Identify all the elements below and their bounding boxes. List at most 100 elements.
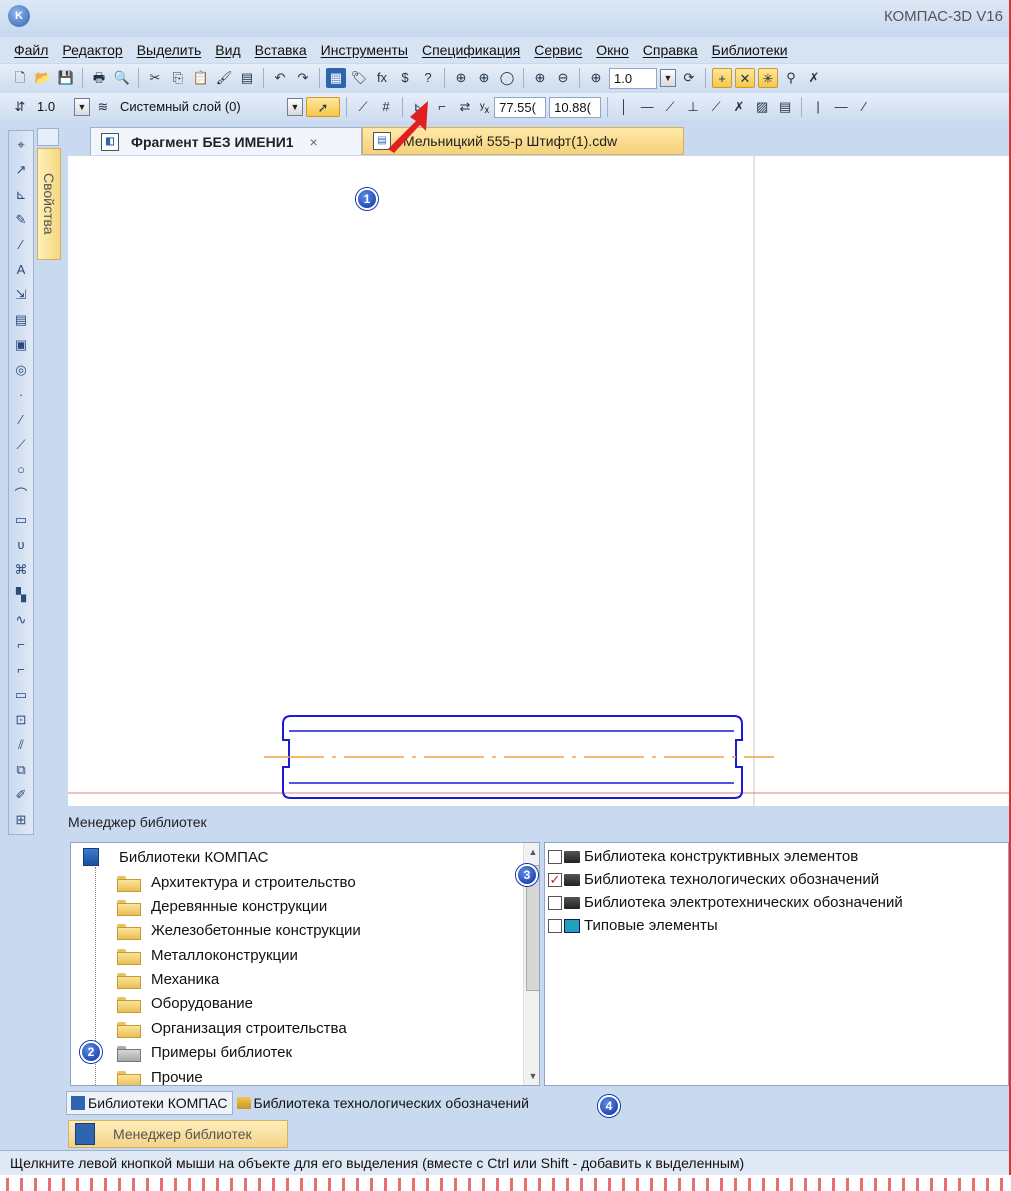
menu-window[interactable]: Окно — [596, 42, 629, 58]
cut-icon[interactable]: ✂ — [145, 68, 165, 88]
new-document-icon[interactable]: 🗋 — [10, 68, 30, 88]
library-checkbox-checked[interactable]: ✓ — [548, 872, 562, 887]
zoom-field[interactable]: 1.0 — [609, 67, 657, 89]
segment-icon[interactable]: — — [831, 97, 851, 117]
perpendicular-icon[interactable]: ⊥ — [683, 97, 703, 117]
preview-icon[interactable]: 🔍 — [112, 68, 132, 88]
snap-off-icon[interactable]: ✗ — [804, 68, 824, 88]
insert-icon[interactable]: ◎ — [10, 359, 32, 381]
variables-icon[interactable]: 🏷 — [349, 68, 369, 88]
more-tools-icon[interactable]: ⊞ — [10, 809, 32, 831]
report-icon[interactable]: ▣ — [10, 334, 32, 356]
function-icon[interactable]: fx — [372, 68, 392, 88]
hatch-two-icon[interactable]: ▤ — [775, 97, 795, 117]
scale-field[interactable]: 1.0 — [33, 97, 71, 118]
grid-step-icon[interactable]: ⇵ — [10, 97, 30, 117]
tree-item[interactable]: Организация строительства — [117, 1016, 347, 1040]
redo-icon[interactable]: ↷ — [293, 68, 313, 88]
tree-item[interactable]: Железобетонные конструкции — [117, 918, 361, 942]
properties-tab[interactable]: Свойства — [37, 148, 61, 260]
fillet-icon[interactable]: ⌐ — [10, 659, 32, 681]
menu-tools[interactable]: Инструменты — [321, 42, 408, 58]
tree-item[interactable]: Деревянные конструкции — [117, 894, 327, 918]
contour-icon[interactable]: ▭ — [10, 684, 32, 706]
tab-fragment[interactable]: ◧ Фрагмент БЕЗ ИМЕНИ1 × — [90, 127, 362, 155]
menu-insert[interactable]: Вставка — [255, 42, 307, 58]
panel-toggle-icon[interactable] — [37, 128, 59, 146]
menu-edit[interactable]: Редактор — [62, 42, 122, 58]
copy-tool-icon[interactable]: ⧉ — [10, 759, 32, 781]
line-style-icon[interactable]: ➚ — [306, 97, 340, 117]
designations-icon[interactable]: ⊾ — [10, 184, 32, 206]
library-item[interactable]: Типовые элементы — [548, 914, 718, 937]
library-item[interactable]: Библиотека конструктивных элементов — [548, 845, 858, 868]
tree-item[interactable]: Металлоконструкции — [117, 943, 298, 967]
coord-x-field[interactable]: 77.55( — [494, 96, 547, 118]
library-checkbox[interactable] — [548, 849, 562, 864]
menu-file[interactable]: Файл — [14, 42, 48, 58]
select-icon[interactable]: ⇲ — [10, 284, 32, 306]
polyline-icon[interactable]: ʋ — [10, 534, 32, 556]
drawing-canvas[interactable] — [68, 156, 1009, 806]
snap-nearest-icon[interactable]: ✕ — [735, 68, 755, 88]
hatch-tool-icon[interactable]: ⫽ — [10, 734, 32, 756]
circle-icon[interactable]: ○ — [10, 459, 32, 481]
paste-icon[interactable]: 📋 — [191, 68, 211, 88]
horizontal-line-icon[interactable]: — — [637, 97, 657, 117]
menu-help[interactable]: Справка — [643, 42, 698, 58]
parametrization-icon[interactable]: ⁄ — [10, 234, 32, 256]
open-icon[interactable]: 📂 — [33, 68, 53, 88]
magnet-icon[interactable]: ⚲ — [781, 68, 801, 88]
macro-icon[interactable]: ⊡ — [10, 709, 32, 731]
hatch-icon[interactable]: ▨ — [752, 97, 772, 117]
scroll-up-icon[interactable]: ▲ — [524, 847, 539, 857]
parallel-line-icon[interactable]: ⟋ — [660, 97, 680, 117]
help-pointer-icon[interactable]: ? — [418, 68, 438, 88]
edit-icon[interactable]: ✎ — [10, 209, 32, 231]
zoom-scale-icon[interactable]: ⊕ — [586, 68, 606, 88]
tangent-icon[interactable]: ⟋ — [706, 97, 726, 117]
tab-kompas-libraries[interactable]: Библиотеки КОМПАС — [66, 1091, 233, 1115]
pencil-tool-icon[interactable]: ✐ — [10, 784, 32, 806]
library-checkbox[interactable] — [548, 895, 562, 910]
point-icon[interactable]: · — [10, 384, 32, 406]
coords-icon[interactable]: ⇄ — [455, 97, 475, 117]
tree-item-selected[interactable]: Примеры библиотек — [117, 1040, 292, 1064]
format-painter-icon[interactable]: 🖌 — [214, 68, 234, 88]
line-icon[interactable]: │ — [614, 97, 634, 117]
scroll-down-icon[interactable]: ▼ — [524, 1071, 539, 1081]
library-manager-icon[interactable]: ▦ — [326, 68, 346, 88]
tree-item[interactable]: Оборудование — [117, 991, 253, 1015]
coord-y-field[interactable]: 10.88( — [549, 96, 602, 118]
spec-icon[interactable]: ▤ — [10, 309, 32, 331]
tab-close-icon[interactable]: × — [310, 134, 318, 150]
layer-dropdown-icon[interactable]: ▼ — [287, 98, 303, 116]
menu-libraries[interactable]: Библиотеки — [712, 42, 788, 58]
pen-icon[interactable]: ⟋ — [353, 97, 373, 117]
scale-dropdown-icon[interactable]: ▼ — [74, 98, 90, 116]
snap-intersection-icon[interactable]: ✳ — [758, 68, 778, 88]
snap-icon[interactable]: + — [712, 68, 732, 88]
menu-specification[interactable]: Спецификация — [422, 42, 520, 58]
measure-icon[interactable]: A — [10, 259, 32, 281]
tree-item-root[interactable]: Библиотеки КОМПАС — [83, 845, 268, 869]
menu-service[interactable]: Сервис — [534, 42, 582, 58]
layer-icon[interactable]: ≋ — [93, 97, 113, 117]
spline-icon[interactable]: ⌘ — [10, 559, 32, 581]
tree-item[interactable]: Архитектура и строительство — [117, 870, 356, 894]
menu-view[interactable]: Вид — [215, 42, 240, 58]
zoom-out-icon[interactable]: ⊖ — [553, 68, 573, 88]
equidistant-icon[interactable]: ▚ — [10, 584, 32, 606]
arc-icon[interactable]: ⌒ — [10, 484, 32, 506]
calculator-icon[interactable]: $ — [395, 68, 415, 88]
zoom-in-icon[interactable]: ⊕ — [530, 68, 550, 88]
aux-line-icon[interactable]: ⁄ — [10, 409, 32, 431]
library-item[interactable]: ✓ Библиотека технологических обозначений — [548, 868, 879, 891]
tree-item[interactable]: Прочие — [117, 1065, 203, 1085]
vertical-icon[interactable]: | — [808, 97, 828, 117]
refresh-icon[interactable]: ⟳ — [679, 68, 699, 88]
zoom-dynamic-icon[interactable]: ⊕ — [474, 68, 494, 88]
library-checkbox[interactable] — [548, 918, 562, 933]
dimensions-icon[interactable]: ↗ — [10, 159, 32, 181]
bezier-icon[interactable]: ∿ — [10, 609, 32, 631]
